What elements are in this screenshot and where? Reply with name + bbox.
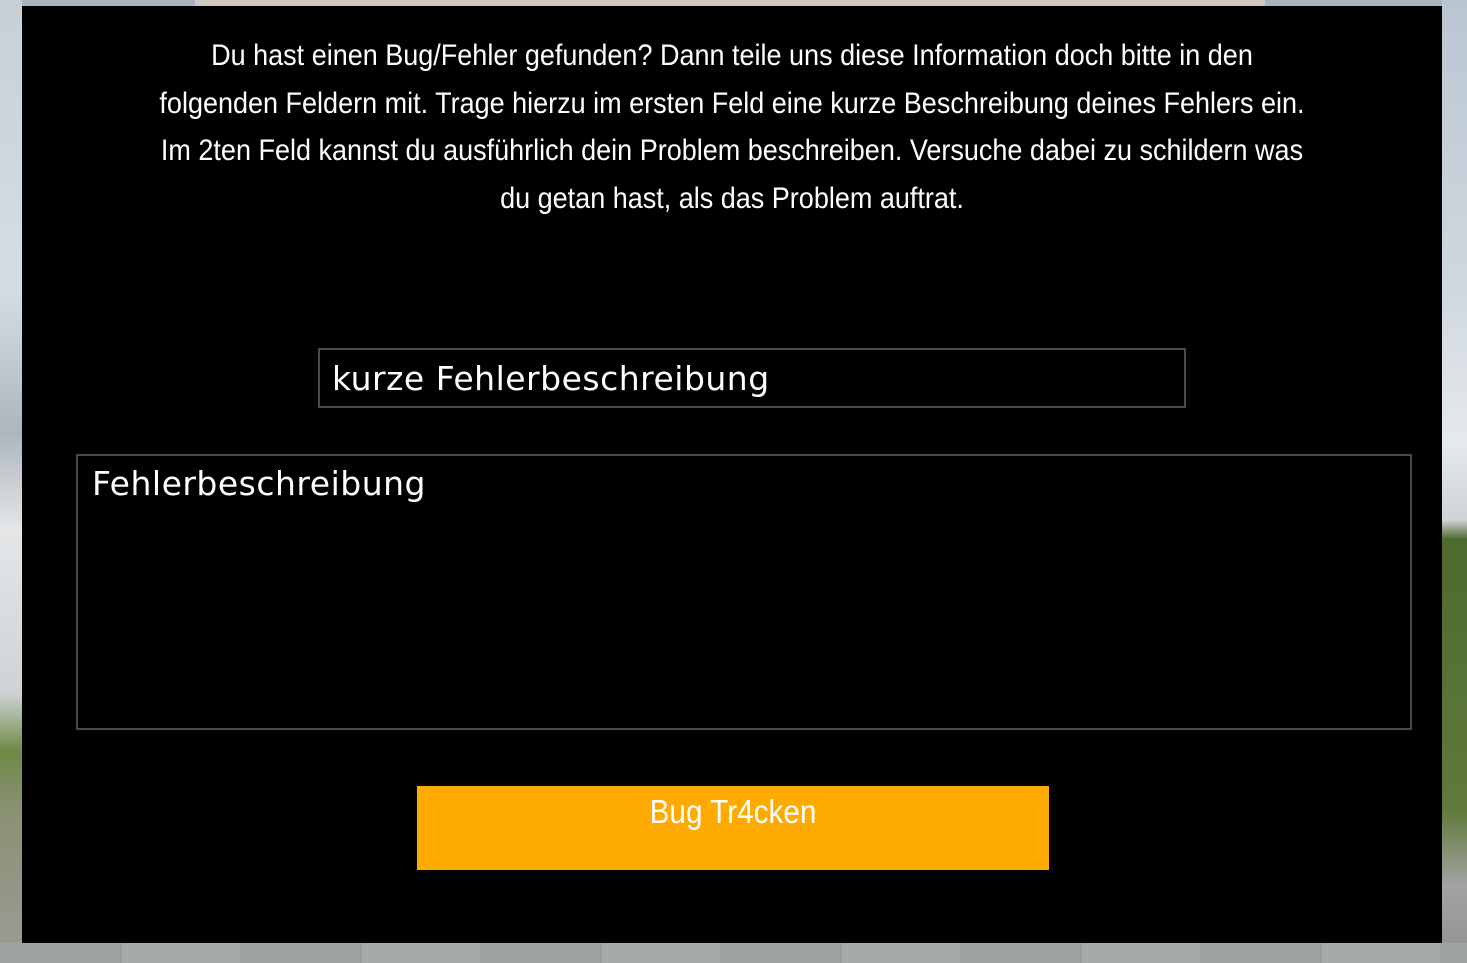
intro-line: du getan hast, als das Problem auftrat. bbox=[500, 181, 964, 215]
submit-bug-button[interactable]: Bug Tr4cken bbox=[417, 786, 1049, 870]
intro-line: folgenden Feldern mit. Trage hierzu im e… bbox=[159, 86, 1305, 120]
background-scene-right bbox=[1442, 0, 1467, 963]
bug-report-dialog: Du hast einen Bug/Fehler gefunden? Dann … bbox=[22, 6, 1442, 943]
intro-line: Im 2ten Feld kannst du ausführlich dein … bbox=[160, 134, 1304, 167]
short-description-input[interactable] bbox=[320, 350, 1184, 406]
intro-text: Du hast einen Bug/Fehler gefunden? Dann … bbox=[147, 32, 1317, 222]
long-description-field bbox=[76, 454, 1412, 730]
long-description-textarea[interactable] bbox=[78, 456, 1410, 728]
submit-bug-label: Bug Tr4cken bbox=[649, 793, 817, 830]
background-scene-bottom bbox=[0, 943, 1467, 963]
intro-line: Du hast einen Bug/Fehler gefunden? Dann … bbox=[211, 39, 1253, 72]
background-scene-left bbox=[0, 0, 22, 963]
short-description-field bbox=[318, 348, 1186, 408]
